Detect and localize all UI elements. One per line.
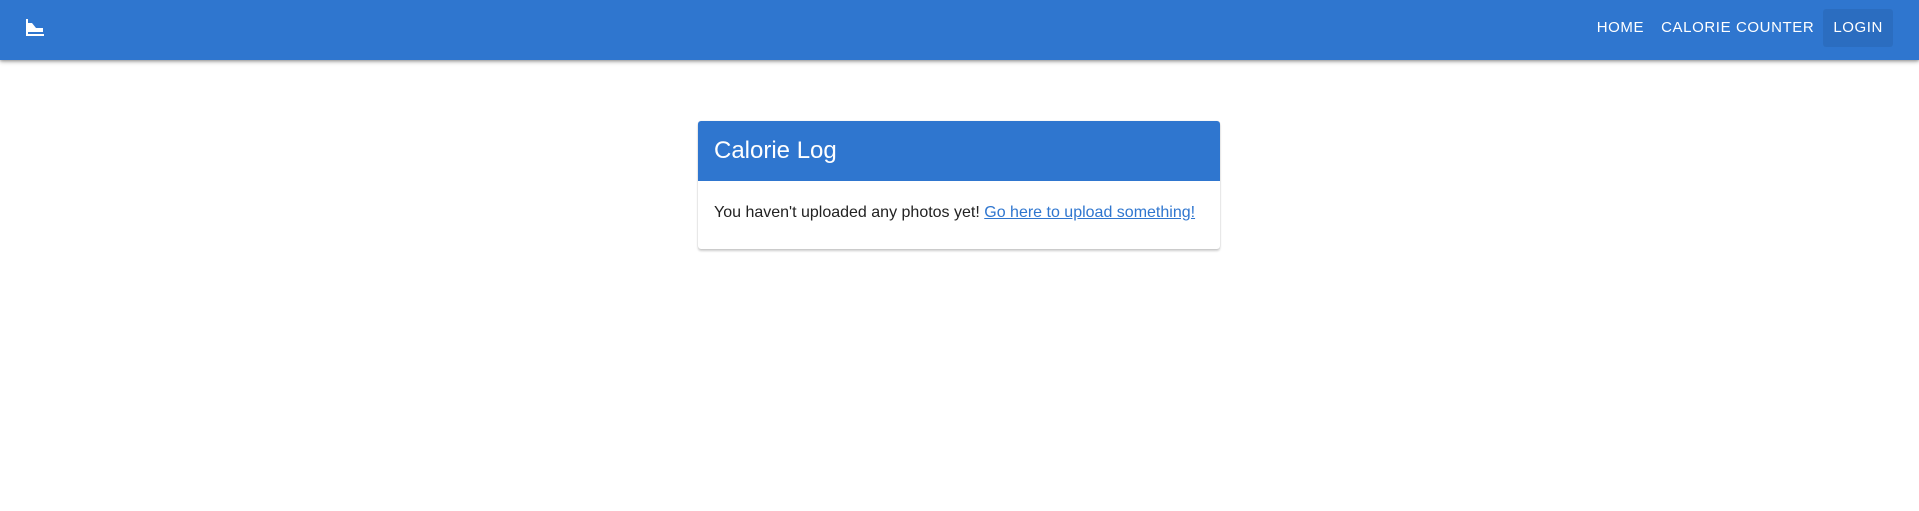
top-app-bar: HOME CALORIE COUNTER LOGIN xyxy=(0,0,1919,60)
flag-icon[interactable] xyxy=(25,19,45,37)
upload-link[interactable]: Go here to upload something! xyxy=(984,204,1195,221)
nav-calorie-counter[interactable]: CALORIE COUNTER xyxy=(1653,9,1822,47)
card-title: Calorie Log xyxy=(698,121,1220,181)
nav-home[interactable]: HOME xyxy=(1589,9,1652,47)
empty-message: You haven't uploaded any photos yet! xyxy=(714,204,980,221)
calorie-log-card: Calorie Log You haven't uploaded any pho… xyxy=(698,121,1220,249)
nav-login[interactable]: LOGIN xyxy=(1823,9,1893,47)
card-body: You haven't uploaded any photos yet! Go … xyxy=(698,181,1220,249)
main-nav: HOME CALORIE COUNTER LOGIN xyxy=(1588,9,1893,47)
